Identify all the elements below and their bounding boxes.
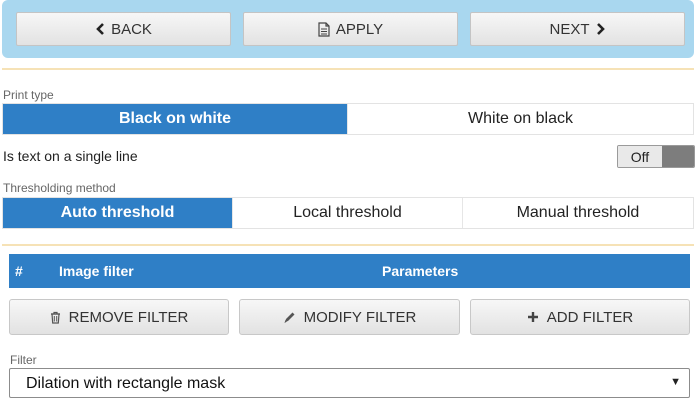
caret-down-icon: ▼	[670, 376, 681, 388]
section-divider	[2, 68, 694, 70]
filter-select[interactable]: Dilation with rectangle mask ▼	[9, 368, 690, 398]
chevron-left-icon	[95, 23, 105, 35]
print-type-option-black-on-white[interactable]: Black on white	[3, 104, 348, 134]
chevron-right-icon	[596, 23, 606, 35]
add-filter-label: ADD FILTER	[546, 308, 634, 326]
apply-button-label: APPLY	[335, 20, 384, 38]
single-line-label: Is text on a single line	[3, 148, 138, 164]
thresholding-method-selector: Auto threshold Local threshold Manual th…	[2, 197, 694, 229]
add-filter-button[interactable]: ADD FILTER	[470, 299, 690, 335]
back-button[interactable]: BACK	[16, 12, 231, 46]
filter-table-header: # Image filter Parameters	[9, 254, 690, 288]
thresholding-method-label: Thresholding method	[3, 181, 116, 195]
modify-filter-label: MODIFY FILTER	[303, 308, 417, 326]
threshold-option-manual[interactable]: Manual threshold	[463, 198, 693, 228]
filter-select-value: Dilation with rectangle mask	[26, 375, 226, 392]
next-button-label: NEXT	[549, 20, 590, 38]
filter-select-label: Filter	[10, 353, 37, 367]
apply-button[interactable]: APPLY	[243, 12, 458, 46]
threshold-option-local[interactable]: Local threshold	[233, 198, 463, 228]
remove-filter-button[interactable]: REMOVE FILTER	[9, 299, 229, 335]
remove-filter-label: REMOVE FILTER	[68, 308, 189, 326]
threshold-option-auto[interactable]: Auto threshold	[3, 198, 233, 228]
section-divider	[2, 244, 694, 246]
toggle-track	[662, 146, 694, 167]
document-icon	[318, 21, 330, 37]
top-nav-bar: BACK APPLY NEXT	[2, 0, 694, 58]
pencil-icon	[283, 311, 296, 324]
print-type-selector: Black on white White on black	[2, 103, 694, 135]
column-header-parameters: Parameters	[382, 263, 459, 279]
toggle-off-label: Off	[618, 146, 662, 167]
column-header-image-filter: Image filter	[59, 263, 134, 279]
print-type-option-white-on-black[interactable]: White on black	[348, 104, 693, 134]
column-header-number: #	[15, 263, 23, 279]
plus-icon	[527, 311, 539, 323]
single-line-toggle[interactable]: Off	[617, 145, 695, 168]
modify-filter-button[interactable]: MODIFY FILTER	[239, 299, 460, 335]
back-button-label: BACK	[111, 20, 152, 38]
print-type-label: Print type	[3, 88, 54, 102]
trash-icon	[50, 311, 61, 324]
next-button[interactable]: NEXT	[470, 12, 685, 46]
